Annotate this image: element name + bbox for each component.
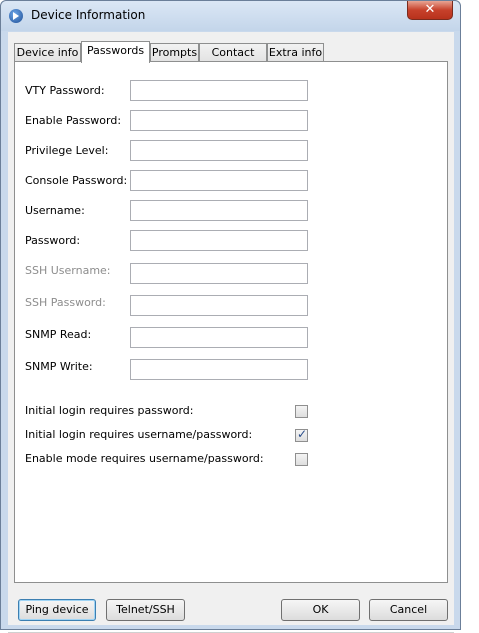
privilege-level-label: Privilege Level: xyxy=(25,144,109,157)
password-field[interactable] xyxy=(130,230,308,251)
tab-device-info[interactable]: Device info xyxy=(14,43,81,61)
vty-password-label: VTY Password: xyxy=(25,84,105,97)
close-button[interactable]: ✕ xyxy=(407,1,453,20)
cancel-button[interactable]: Cancel xyxy=(369,599,448,621)
username-field[interactable] xyxy=(130,200,308,221)
passwords-panel: VTY Password: Enable Password: Privilege… xyxy=(14,61,448,583)
enable-password-label: Enable Password: xyxy=(25,114,122,127)
ok-button[interactable]: OK xyxy=(281,599,360,621)
title-bar[interactable]: Device Information ✕ xyxy=(1,1,460,31)
initial-login-password-checkbox[interactable] xyxy=(295,405,308,418)
ssh-password-label: SSH Password: xyxy=(25,296,106,309)
enable-mode-username-password-checkbox[interactable] xyxy=(295,453,308,466)
snmp-write-field[interactable] xyxy=(130,359,308,380)
ping-device-button[interactable]: Ping device xyxy=(18,599,96,621)
vty-password-field[interactable] xyxy=(130,80,308,101)
ssh-password-field[interactable] xyxy=(130,295,308,316)
window-title: Device Information xyxy=(31,8,146,22)
tab-prompts[interactable]: Prompts xyxy=(150,43,199,61)
initial-login-username-password-label: Initial login requires username/password… xyxy=(25,428,253,441)
enable-mode-username-password-label: Enable mode requires username/password: xyxy=(25,452,264,465)
ssh-username-label: SSH Username: xyxy=(25,264,111,277)
snmp-read-label: SNMP Read: xyxy=(25,328,92,341)
tab-passwords[interactable]: Passwords xyxy=(81,41,150,63)
app-icon xyxy=(9,9,23,23)
tab-extra-info[interactable]: Extra info xyxy=(267,43,324,61)
snmp-write-label: SNMP Write: xyxy=(25,360,93,373)
password-label: Password: xyxy=(25,234,81,247)
privilege-level-field[interactable] xyxy=(130,140,308,161)
console-password-field[interactable] xyxy=(130,170,308,191)
initial-login-username-password-checkbox[interactable]: ✓ xyxy=(295,427,308,442)
initial-login-password-label: Initial login requires password: xyxy=(25,404,194,417)
device-information-window: Device Information ✕ Device info Passwor… xyxy=(0,0,461,633)
checkmark-icon: ✓ xyxy=(297,427,308,441)
enable-password-field[interactable] xyxy=(130,110,308,131)
snmp-read-field[interactable] xyxy=(130,327,308,348)
tab-contact-info[interactable]: Contact info xyxy=(199,43,267,76)
ssh-username-field[interactable] xyxy=(130,263,308,284)
console-password-label: Console Password: xyxy=(25,174,128,187)
telnet-ssh-button[interactable]: Telnet/SSH xyxy=(106,599,185,621)
username-label: Username: xyxy=(25,204,85,217)
dialog-body: Device info Passwords Prompts Contact in… xyxy=(8,32,454,633)
